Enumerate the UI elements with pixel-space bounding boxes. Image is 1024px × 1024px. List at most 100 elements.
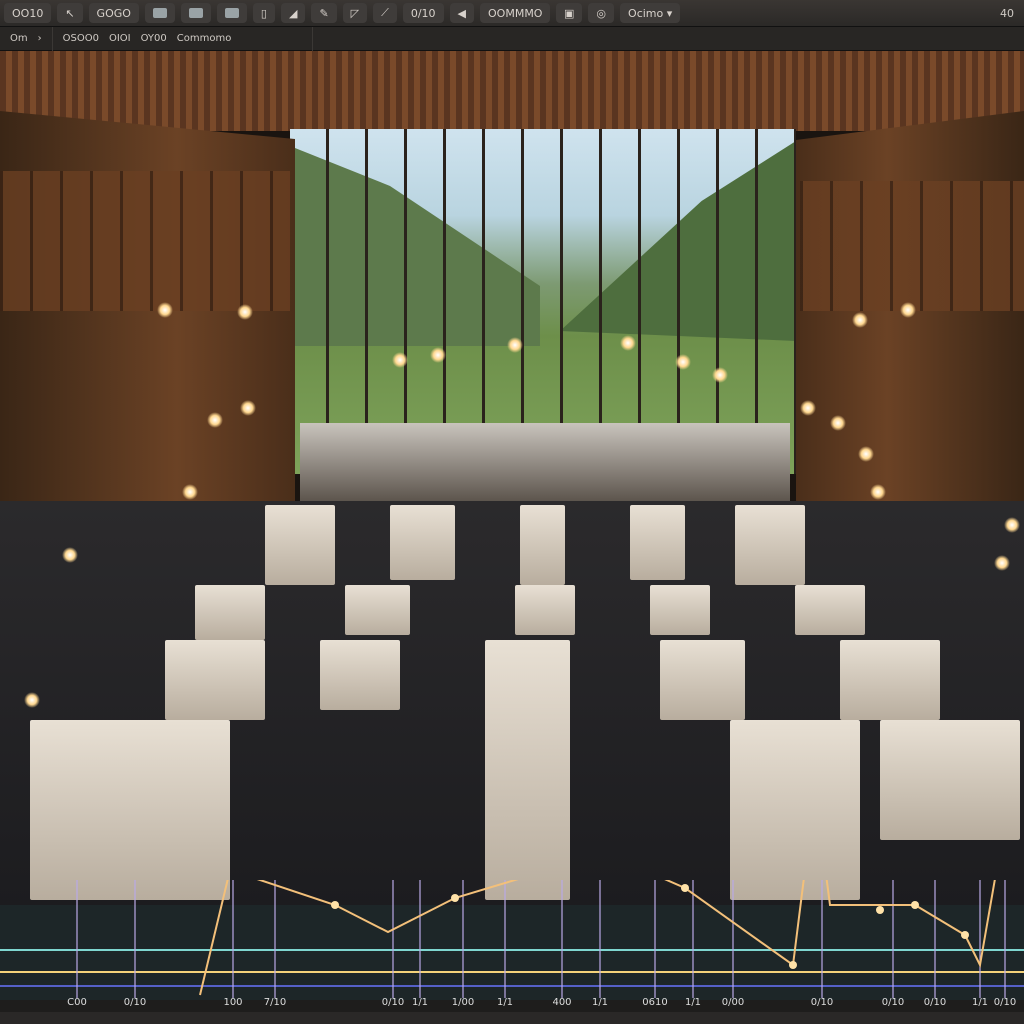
toolbar-button-value[interactable]: 0/10 [402, 3, 444, 23]
breadcrumb-item[interactable]: OY00 [141, 33, 167, 44]
arrow-icon[interactable]: ↖ [57, 3, 83, 23]
lamp-light [994, 555, 1010, 571]
banquet-table [650, 585, 710, 635]
lamp-light [157, 302, 173, 318]
banquet-table [840, 640, 940, 720]
banquet-table [265, 505, 335, 585]
timeline-label: 0/10 [123, 997, 147, 1008]
bookshelves [800, 181, 1024, 311]
options-label: Ocimo [628, 6, 664, 20]
timeline-label: 1/1 [411, 997, 429, 1008]
bookshelves [0, 171, 290, 311]
breadcrumb-item[interactable]: OSOO0 [63, 33, 99, 44]
menu-button[interactable]: OO10 [4, 3, 52, 23]
lamp-light [870, 484, 886, 500]
banquet-table [195, 585, 265, 640]
lamp-light [1004, 517, 1020, 533]
keyframe-point[interactable] [331, 901, 339, 909]
subbar-label: Om [10, 33, 28, 44]
timeline-label: 1/00 [451, 997, 475, 1008]
keyframe-point[interactable] [961, 931, 969, 939]
pen-icon[interactable]: ✎ [311, 3, 337, 23]
lamp-light [900, 302, 916, 318]
circle-icon[interactable]: ◎ [588, 3, 615, 23]
lamp-light [507, 337, 523, 353]
banquet-table [795, 585, 865, 635]
sub-toolbar: Om › OSOO0 OIOI OY00 Commomo [0, 26, 1024, 51]
lamp-light [207, 412, 223, 428]
banquet-table [520, 505, 565, 585]
timeline-label: 0/00 [721, 997, 745, 1008]
rect-tool-button[interactable] [180, 3, 211, 23]
options-dropdown[interactable]: Ocimo ▾ [620, 3, 681, 23]
rect-icon [152, 8, 167, 18]
rect-tool-button[interactable] [144, 3, 175, 23]
timeline-label: 0/10 [993, 997, 1017, 1008]
banquet-table [485, 640, 570, 900]
banquet-table [390, 505, 455, 580]
timeline-label: 0/10 [810, 997, 834, 1008]
toolbar: OO10 ↖ GOGO ▯ ◢ ✎ ◸ ⟋ 0/10 ◀ OOMMMO ▣ ◎ … [0, 0, 1024, 27]
banquet-table [515, 585, 575, 635]
keyframe-point[interactable] [789, 961, 797, 969]
banquet-table [630, 505, 685, 580]
lamp-light [240, 400, 256, 416]
lamp-light [24, 692, 40, 708]
timeline-label: 100 [223, 997, 243, 1008]
banquet-table [345, 585, 410, 635]
timeline-label: 1/1 [496, 997, 514, 1008]
ceiling [0, 51, 1024, 131]
banquet-table [165, 640, 265, 720]
lamp-light [852, 312, 868, 328]
banquet-table [30, 720, 230, 900]
keyframe-point[interactable] [681, 884, 689, 892]
lamp-light [620, 335, 636, 351]
lamp-light [62, 547, 78, 563]
banquet-table [880, 720, 1020, 840]
timeline-label: 1/1 [971, 997, 989, 1008]
canvas-image [0, 51, 1024, 911]
lamp-light [858, 446, 874, 462]
frame-icon[interactable]: ▯ [252, 3, 275, 23]
lamp-light [182, 484, 198, 500]
timeline-label: 1/1 [684, 997, 702, 1008]
lamp-light [237, 304, 253, 320]
breadcrumb-item[interactable]: OIOI [109, 33, 131, 44]
timeline-label: 0/10 [381, 997, 405, 1008]
knife-icon[interactable]: ⟋ [373, 3, 397, 23]
status-bar [0, 1012, 1024, 1024]
timeline-label: 7/10 [263, 997, 287, 1008]
breadcrumb-item[interactable]: Commomo [177, 33, 232, 44]
speaker-icon[interactable]: ◀ [449, 3, 475, 23]
keyframe-point[interactable] [876, 906, 884, 914]
zoom-readout: 40 [1000, 6, 1014, 20]
subbar-segment[interactable]: Om › [0, 26, 53, 51]
crop-icon[interactable]: ◸ [342, 3, 368, 23]
rect-tool-button[interactable] [216, 3, 247, 23]
chevron-down-icon: ▾ [666, 6, 673, 20]
lamp-light [675, 354, 691, 370]
rect-icon [188, 8, 203, 18]
stage [300, 423, 790, 503]
lamp-light [712, 367, 728, 383]
lamp-light [430, 347, 446, 363]
toolbar-button-gogo[interactable]: GOGO [88, 3, 139, 23]
banquet-table [660, 640, 745, 720]
breadcrumb: OSOO0 OIOI OY00 Commomo [53, 26, 313, 51]
chevron-icon: › [37, 33, 42, 44]
lamp-light [800, 400, 816, 416]
banquet-table [735, 505, 805, 585]
timeline-label: 400 [552, 997, 572, 1008]
clipboard-icon[interactable]: ▣ [556, 3, 583, 23]
brush-icon[interactable]: ◢ [280, 3, 306, 23]
rect-icon [224, 8, 239, 18]
timeline-label: 0610 [642, 997, 668, 1008]
timeline-label: 0/10 [923, 997, 947, 1008]
keyframe-point[interactable] [911, 901, 919, 909]
timeline-label: 1/1 [591, 997, 609, 1008]
keyframe-point[interactable] [451, 894, 459, 902]
banquet-table [320, 640, 400, 710]
banquet-table [730, 720, 860, 900]
lamp-light [392, 352, 408, 368]
toolbar-dropdown[interactable]: OOMMMO [480, 3, 551, 23]
